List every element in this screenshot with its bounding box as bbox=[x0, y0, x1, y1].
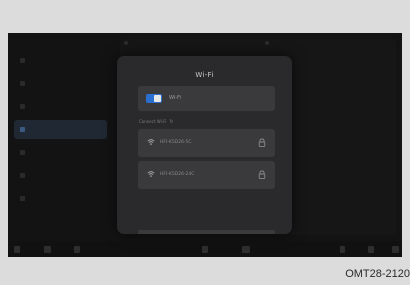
media-icon[interactable] bbox=[44, 246, 51, 253]
sidebar-item[interactable] bbox=[14, 166, 107, 185]
dialog-title: Wi-Fi bbox=[195, 71, 214, 79]
home-icon[interactable] bbox=[14, 246, 20, 253]
background-dot bbox=[124, 41, 128, 45]
mute-icon[interactable] bbox=[368, 246, 374, 253]
wifi-icon bbox=[147, 171, 155, 177]
bottom-bar bbox=[8, 241, 402, 257]
figure-caption: OMT28-2120 bbox=[345, 268, 410, 280]
wifi-dialog: Wi-Fi Wi-Fi Connect Wi-Fi↻ HFI-K5D26-5C bbox=[117, 56, 292, 234]
sidebar-item[interactable] bbox=[14, 51, 107, 70]
settings-sidebar bbox=[8, 33, 113, 239]
sidebar-item[interactable] bbox=[14, 74, 107, 93]
settings-icon[interactable] bbox=[392, 246, 399, 253]
device-screen: Wi-Fi Wi-Fi Connect Wi-Fi↻ HFI-K5D26-5C bbox=[8, 33, 402, 257]
sidebar-item[interactable] bbox=[14, 97, 107, 116]
network-item[interactable]: HFI-K5D26-5C bbox=[138, 129, 275, 157]
network-item-partial[interactable] bbox=[138, 230, 275, 234]
refresh-icon[interactable]: ↻ bbox=[169, 119, 173, 125]
sidebar-item-active[interactable] bbox=[14, 120, 107, 139]
wifi-icon bbox=[147, 139, 155, 145]
background-dot bbox=[265, 41, 269, 45]
toggle-knob bbox=[154, 95, 161, 102]
sidebar-item[interactable] bbox=[14, 189, 107, 208]
lock-icon bbox=[258, 138, 266, 147]
wifi-toggle-row[interactable]: Wi-Fi bbox=[138, 86, 275, 111]
fan-icon[interactable] bbox=[202, 246, 208, 253]
section-label: Connect Wi-Fi ↻ bbox=[139, 119, 174, 125]
nav-icon[interactable] bbox=[74, 246, 80, 253]
climate-icon[interactable] bbox=[242, 246, 250, 253]
network-name: HFI-K5D26-24C bbox=[160, 172, 195, 177]
network-item[interactable]: HFI-K5D26-24C bbox=[138, 161, 275, 189]
wifi-toggle-label: Wi-Fi bbox=[169, 95, 181, 101]
lock-icon bbox=[258, 170, 266, 179]
network-list: HFI-K5D26-5C HFI-K5D26-24C bbox=[138, 129, 275, 193]
network-name: HFI-K5D26-5C bbox=[160, 140, 192, 145]
section-label-text: Connect Wi-Fi bbox=[139, 119, 167, 124]
volume-icon[interactable] bbox=[340, 246, 345, 253]
sidebar-item[interactable] bbox=[14, 143, 107, 162]
wifi-toggle-switch[interactable] bbox=[146, 94, 162, 103]
